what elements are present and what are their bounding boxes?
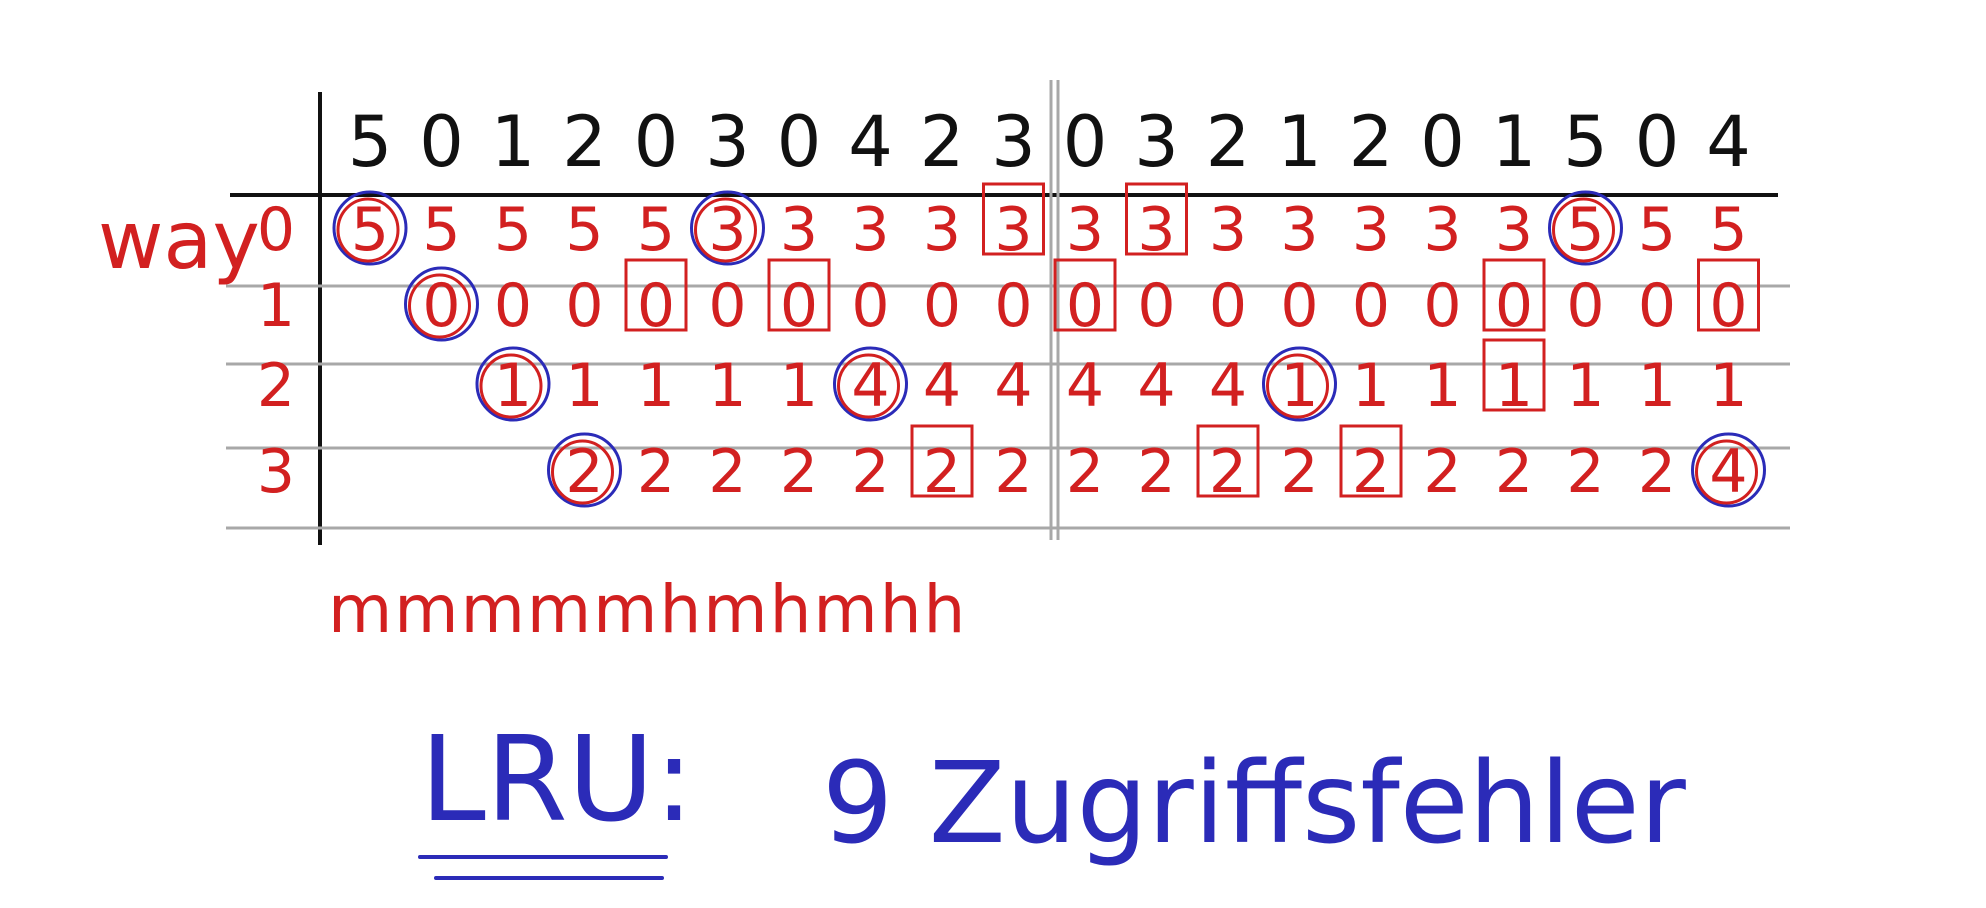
cache-cell: 1 <box>1566 351 1604 421</box>
miss-count: 9 Zugriffsfehler <box>822 739 1687 869</box>
cache-cell: 2 <box>1423 437 1461 507</box>
way-row-label: 2 <box>257 351 295 421</box>
cache-cell: 5 <box>565 195 603 265</box>
sequence-item: 5 <box>348 101 393 183</box>
cache-cell: 0 <box>708 271 746 341</box>
policy-title: LRU: <box>420 710 694 848</box>
cache-cell: 1 <box>1423 351 1461 421</box>
cache-cell: 0 <box>1352 271 1390 341</box>
cache-cell: 0 <box>1638 271 1676 341</box>
cache-cell: 1 <box>1352 351 1390 421</box>
sequence-item: 0 <box>1063 101 1108 183</box>
cache-cell: 2 <box>1495 437 1533 507</box>
cache-cell: 0 <box>494 271 532 341</box>
sequence-item: 2 <box>1206 101 1251 183</box>
cache-cell: 2 <box>1137 437 1175 507</box>
cache-cell: 0 <box>1423 271 1461 341</box>
cache-cell: 2 <box>1638 437 1676 507</box>
cache-cell: 2 <box>780 437 818 507</box>
sequence-item: 2 <box>920 101 965 183</box>
cache-cell: 1 <box>494 351 532 421</box>
cache-cell: 0 <box>994 271 1032 341</box>
cache-cell: 1 <box>1280 351 1318 421</box>
cache-cell: 0 <box>1566 271 1604 341</box>
cache-cell: 0 <box>565 271 603 341</box>
cache-cell: 2 <box>1066 437 1104 507</box>
cache-cell: 0 <box>422 271 460 341</box>
cache-cell: 0 <box>1280 271 1318 341</box>
cache-cell: 4 <box>1137 351 1175 421</box>
cache-cell: 5 <box>494 195 532 265</box>
cache-cell: 1 <box>1709 351 1747 421</box>
cache-cell: 4 <box>851 351 889 421</box>
cache-cell: 3 <box>851 195 889 265</box>
sequence-item: 0 <box>777 101 822 183</box>
cache-cell: 5 <box>637 195 675 265</box>
lru-cache-diagram: 50120304230321201504 way 0123 5555533333… <box>98 80 1790 880</box>
cache-cell: 1 <box>637 351 675 421</box>
cache-cell: 2 <box>565 437 603 507</box>
cache-cell: 3 <box>1209 195 1247 265</box>
sequence-item: 0 <box>634 101 679 183</box>
cache-cell: 5 <box>1709 195 1747 265</box>
cache-cell: 3 <box>923 195 961 265</box>
sequence-item: 1 <box>491 101 536 183</box>
sequence-item: 2 <box>562 101 607 183</box>
sequence-item: 3 <box>1134 101 1179 183</box>
sequence-item: 0 <box>419 101 464 183</box>
cache-cell: 2 <box>1566 437 1604 507</box>
cache-cell: 4 <box>1066 351 1104 421</box>
cache-cell: 5 <box>1566 195 1604 265</box>
cache-cell: 3 <box>1352 195 1390 265</box>
sequence-item: 4 <box>1706 101 1751 183</box>
cache-cell: 4 <box>1709 437 1747 507</box>
sequence-item: 1 <box>1492 101 1537 183</box>
way-labels: way 01 2 3 <box>98 194 295 507</box>
sequence-item: 3 <box>705 101 750 183</box>
sequence-item: 5 <box>1563 101 1608 183</box>
cache-cell: 3 <box>1066 195 1104 265</box>
sequence-item: 0 <box>1420 101 1465 183</box>
cache-cell: 3 <box>708 195 746 265</box>
sequence-item: 0 <box>1635 101 1680 183</box>
hit-miss-sequence: mmmmmhmhmhh <box>328 571 967 648</box>
cache-cell: 2 <box>637 437 675 507</box>
sequence-item: 4 <box>848 101 893 183</box>
cache-cell: 0 <box>1137 271 1175 341</box>
cache-cell: 4 <box>1209 351 1247 421</box>
cache-cell: 1 <box>1638 351 1676 421</box>
cache-cells: 5 5 5 5 5 3 3 3 3 3 3 3 3 3 3 3 3 5 5 50 0 0 0 0 0 0 0 0 0 0 0 0 0 0 0 0 0 01… <box>351 195 1748 507</box>
cache-cell: 0 <box>851 271 889 341</box>
sequence-item: 2 <box>1349 101 1394 183</box>
way-row-label: 3 <box>257 437 295 507</box>
title-underline <box>418 855 668 880</box>
markers <box>332 182 1766 508</box>
way-row-label: 1 <box>257 271 295 341</box>
cache-cell: 5 <box>351 195 389 265</box>
way-label: way <box>98 194 260 287</box>
cache-cell: 2 <box>994 437 1032 507</box>
cache-cell: 3 <box>1495 195 1533 265</box>
cache-cell: 4 <box>994 351 1032 421</box>
cache-cell: 3 <box>1423 195 1461 265</box>
cache-cell: 2 <box>708 437 746 507</box>
cache-cell: 5 <box>1638 195 1676 265</box>
cache-cell: 3 <box>1280 195 1318 265</box>
cache-cell: 0 <box>923 271 961 341</box>
cache-cell: 1 <box>780 351 818 421</box>
sequence-item: 1 <box>1277 101 1322 183</box>
cache-cell: 2 <box>851 437 889 507</box>
cache-cell: 1 <box>708 351 746 421</box>
way-row-label: 0 <box>257 195 295 265</box>
sequence-item: 3 <box>991 101 1036 183</box>
cache-cell: 2 <box>1280 437 1318 507</box>
access-sequence: 50120304230321201504 <box>348 101 1751 183</box>
cache-cell: 5 <box>422 195 460 265</box>
cache-cell: 3 <box>780 195 818 265</box>
cache-cell: 0 <box>1209 271 1247 341</box>
cache-cell: 1 <box>565 351 603 421</box>
cache-cell: 4 <box>923 351 961 421</box>
